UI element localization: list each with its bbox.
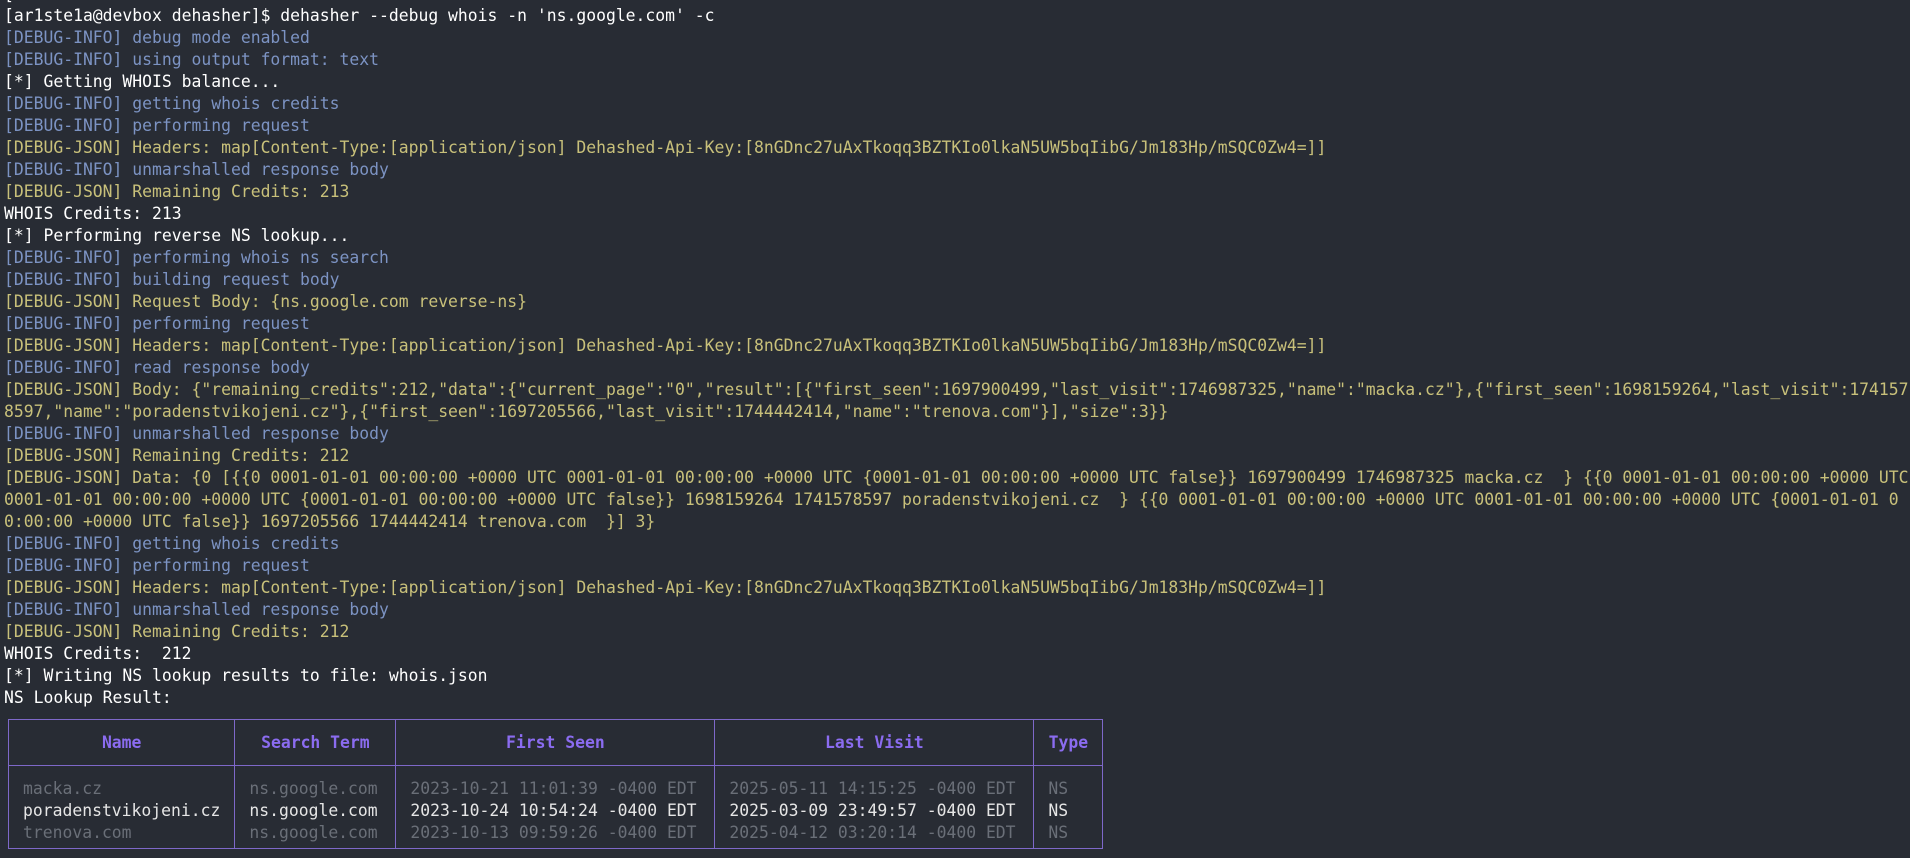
debug-info-line: [DEBUG-INFO] unmarshalled response body — [4, 600, 389, 619]
column-header-search-term: Search Term — [234, 719, 397, 766]
debug-json-line: [DEBUG-JSON] Remaining Credits: 212 — [4, 446, 350, 465]
debug-json-line: [DEBUG-JSON] Data: {0 [{{0 0001-01-01 00… — [4, 468, 1909, 531]
cell-last-visit: 2025-05-11 14:15:25 -0400 EDT — [714, 765, 1035, 800]
cell-search-term: ns.google.com — [234, 822, 397, 849]
output-line: NS Lookup Result: — [4, 688, 172, 707]
debug-info-line: [DEBUG-INFO] using output format: text — [4, 50, 379, 69]
cell-search-term: ns.google.com — [234, 800, 397, 822]
debug-info-line: [DEBUG-INFO] getting whois credits — [4, 534, 340, 553]
cell-name: macka.cz — [7, 765, 236, 800]
output-line: WHOIS Credits: 213 — [4, 204, 182, 223]
table-header-row: Name Search Term First Seen Last Visit T… — [7, 719, 1104, 766]
debug-info-line: [DEBUG-INFO] performing request — [4, 556, 310, 575]
table-row: macka.cz ns.google.com 2023-10-21 11:01:… — [7, 765, 1104, 800]
debug-info-line: [DEBUG-INFO] unmarshalled response body — [4, 424, 389, 443]
debug-json-line: [DEBUG-JSON] Headers: map[Content-Type:[… — [4, 138, 1327, 157]
cell-last-visit: 2025-03-09 23:49:57 -0400 EDT — [714, 800, 1035, 822]
cell-first-seen: 2023-10-24 10:54:24 -0400 EDT — [395, 800, 716, 822]
terminal-output: [ar1ste1a@devbox dehasher]$ dehasher --d… — [4, 5, 1910, 709]
debug-json-line: [DEBUG-JSON] Remaining Credits: 213 — [4, 182, 350, 201]
column-header-first-seen: First Seen — [395, 719, 716, 766]
cell-name: trenova.com — [7, 822, 236, 849]
table-row: trenova.com ns.google.com 2023-10-13 09:… — [7, 822, 1104, 849]
debug-info-line: [DEBUG-INFO] performing whois ns search — [4, 248, 389, 267]
cell-type: NS — [1033, 800, 1104, 822]
debug-info-line: [DEBUG-INFO] building request body — [4, 270, 340, 289]
output-line: WHOIS Credits: 212 — [4, 644, 192, 663]
debug-json-line: [DEBUG-JSON] Headers: map[Content-Type:[… — [4, 336, 1327, 355]
debug-info-line: [DEBUG-INFO] getting whois credits — [4, 94, 340, 113]
cell-first-seen: 2023-10-13 09:59:26 -0400 EDT — [395, 822, 716, 849]
debug-info-line: [DEBUG-INFO] debug mode enabled — [4, 28, 310, 47]
cell-first-seen: 2023-10-21 11:01:39 -0400 EDT — [395, 765, 716, 800]
debug-info-line: [DEBUG-INFO] performing request — [4, 116, 310, 135]
ns-lookup-results-table: Name Search Term First Seen Last Visit T… — [7, 719, 1104, 849]
debug-json-line: [DEBUG-JSON] Body: {"remaining_credits":… — [4, 380, 1909, 421]
debug-json-line: [DEBUG-JSON] Headers: map[Content-Type:[… — [4, 578, 1327, 597]
output-line: [*] Performing reverse NS lookup... — [4, 226, 350, 245]
cell-last-visit: 2025-04-12 03:20:14 -0400 EDT — [714, 822, 1035, 849]
command-prompt-line: [ar1ste1a@devbox dehasher]$ dehasher --d… — [4, 6, 715, 25]
debug-json-line: [DEBUG-JSON] Request Body: {ns.google.co… — [4, 292, 528, 311]
scrolled-prior-output: [ — [4, 0, 14, 3]
cell-name: poradenstvikojeni.cz — [7, 800, 236, 822]
cell-type: NS — [1033, 765, 1104, 800]
debug-info-line: [DEBUG-INFO] read response body — [4, 358, 310, 377]
output-line: [*] Writing NS lookup results to file: w… — [4, 666, 488, 685]
output-line: [*] Getting WHOIS balance... — [4, 72, 281, 91]
cell-type: NS — [1033, 822, 1104, 849]
debug-info-line: [DEBUG-INFO] performing request — [4, 314, 310, 333]
column-header-name: Name — [7, 719, 236, 766]
column-header-last-visit: Last Visit — [714, 719, 1035, 766]
debug-json-line: [DEBUG-JSON] Remaining Credits: 212 — [4, 622, 350, 641]
table-row: poradenstvikojeni.cz ns.google.com 2023-… — [7, 800, 1104, 822]
cell-search-term: ns.google.com — [234, 765, 397, 800]
debug-info-line: [DEBUG-INFO] unmarshalled response body — [4, 160, 389, 179]
column-header-type: Type — [1033, 719, 1104, 766]
